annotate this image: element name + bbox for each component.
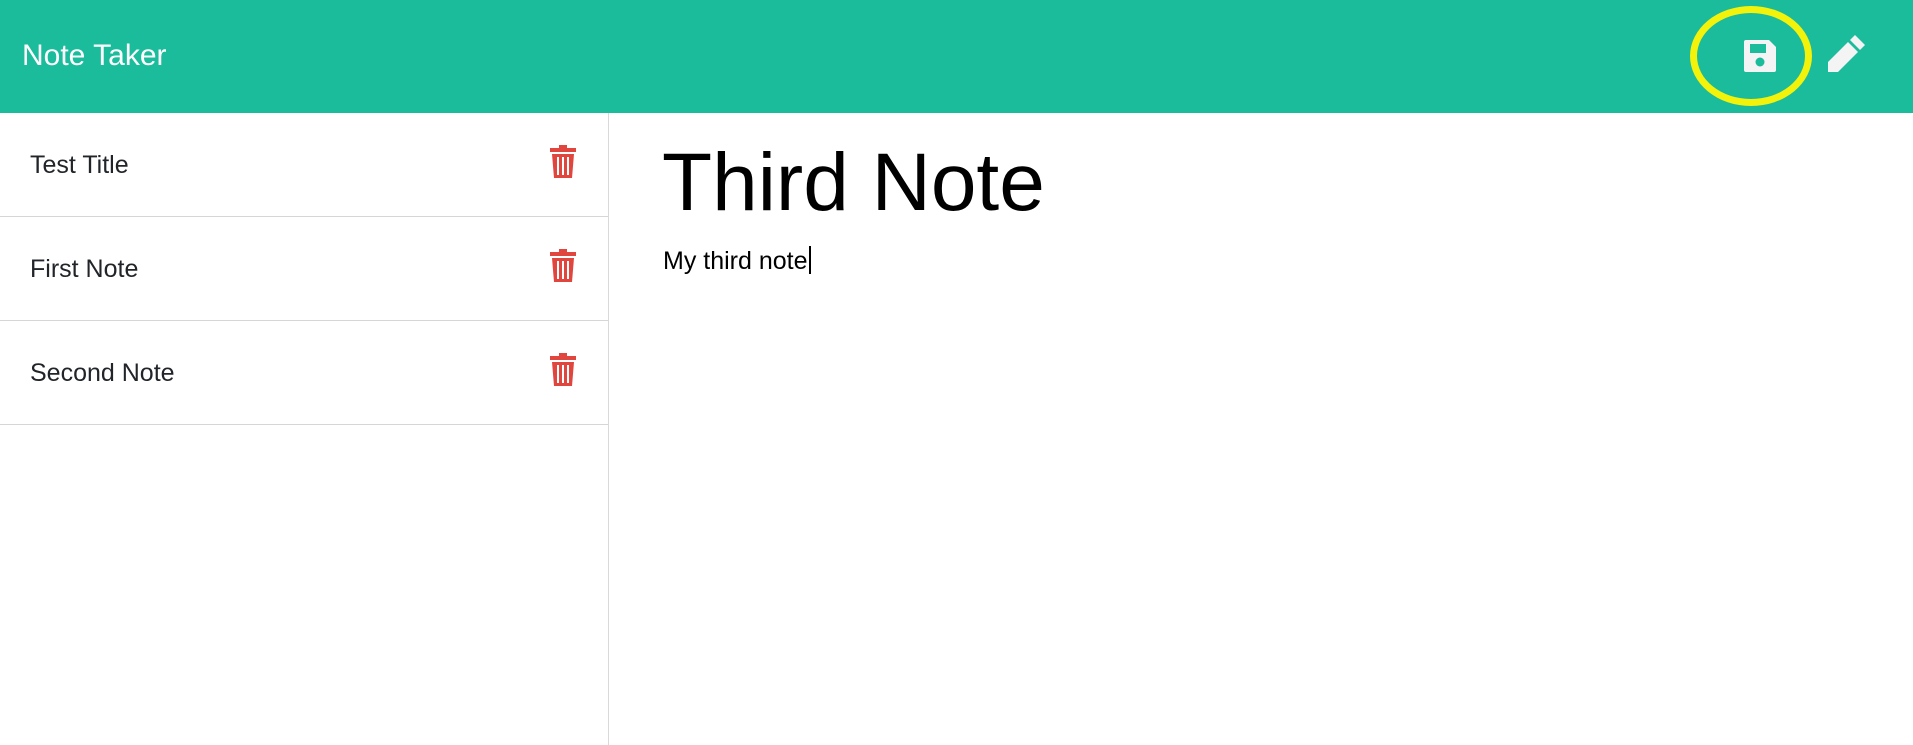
note-title-input[interactable]: Third Note [662,133,1045,233]
note-title: Second Note [30,359,175,387]
list-item[interactable]: First Note [0,217,608,321]
floppy-disk-icon [1744,40,1776,72]
text-caret [808,246,811,274]
trash-icon[interactable] [548,353,578,387]
note-editor: Third Note My third note [610,113,1913,745]
navbar: Note Taker [0,0,1913,113]
list-item[interactable]: Second Note [0,321,608,425]
save-button[interactable] [1728,24,1792,88]
pencil-icon [1828,35,1865,72]
list-item[interactable]: Test Title [0,113,608,217]
brand-title[interactable]: Note Taker [22,36,167,76]
note-body-text: My third note [663,247,808,275]
notes-list: Test Title First Note Second Note [0,113,609,745]
note-body-textarea[interactable]: My third note [663,245,811,277]
trash-icon[interactable] [548,249,578,283]
note-title: Test Title [30,151,129,179]
trash-icon[interactable] [548,145,578,179]
new-note-button[interactable] [1820,28,1872,80]
note-title: First Note [30,255,139,283]
